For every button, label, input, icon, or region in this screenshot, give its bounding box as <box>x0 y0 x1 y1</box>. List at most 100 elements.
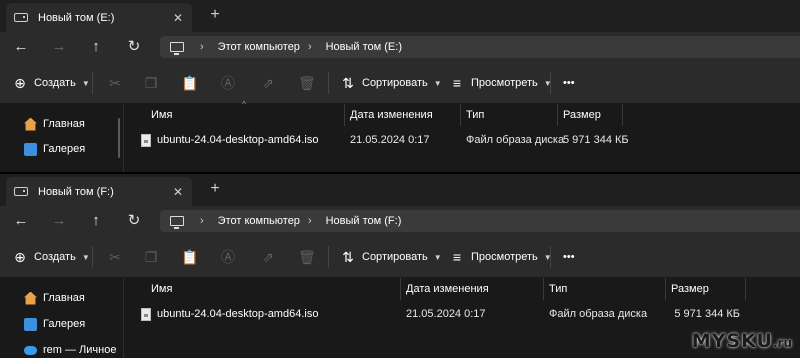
scissors-icon: ✂ <box>109 74 121 91</box>
column-divider[interactable] <box>400 278 401 300</box>
sort-icon: ⇅ <box>342 74 354 91</box>
file-type: Файл образа диска <box>466 134 565 146</box>
navigation-bar: ← → ↑ ↻ › Этот компьютер › Новый том (F:… <box>0 206 800 236</box>
column-header-date[interactable]: Дата изменения <box>406 278 489 300</box>
address-bar[interactable]: › Этот компьютер › Новый том (E:) <box>160 36 800 58</box>
paste-button[interactable]: 📋 <box>181 62 203 104</box>
column-header-size[interactable]: Размер <box>563 104 601 126</box>
breadcrumb-volume[interactable]: Новый том (E:) <box>326 41 402 53</box>
refresh-icon[interactable]: ↻ <box>125 212 143 230</box>
file-type: Файл образа диска <box>549 308 648 320</box>
file-size: 5 971 344 КБ <box>563 134 629 146</box>
sidebar-item-onedrive[interactable]: rem — Личное <box>24 342 116 358</box>
forward-arrow-icon[interactable]: → <box>50 212 68 230</box>
clipboard-icon: 📋 <box>181 74 199 91</box>
trash-icon: 🗑 <box>298 248 316 265</box>
create-button[interactable]: ⊕ Создать ▼ <box>12 236 90 278</box>
chevron-right-icon[interactable]: › <box>308 215 312 227</box>
copy-button[interactable]: ❐ <box>143 62 165 104</box>
column-header-name[interactable]: Имя <box>151 104 172 126</box>
navigation-bar: ← → ↑ ↻ › Этот компьютер › Новый том (E:… <box>0 32 800 62</box>
cut-button[interactable]: ✂ <box>107 62 129 104</box>
column-header-date[interactable]: Дата изменения <box>350 104 433 126</box>
clipboard-icon: 📋 <box>181 248 199 265</box>
chevron-down-icon: ▼ <box>433 78 442 88</box>
content-area: Главная Галерея ^ Имя Дата изменения Тип… <box>0 100 800 172</box>
watermark-suffix: .ru <box>772 336 792 350</box>
toolbar-divider <box>92 72 93 94</box>
plus-circle-icon: ⊕ <box>14 74 26 91</box>
up-arrow-icon[interactable]: ↑ <box>87 212 105 230</box>
back-arrow-icon[interactable]: ← <box>12 212 30 230</box>
trash-icon: 🗑 <box>298 74 316 91</box>
column-divider[interactable] <box>344 104 345 126</box>
more-options-button[interactable]: ••• <box>563 236 575 278</box>
view-icon: ≡ <box>452 249 462 265</box>
site-watermark-logo: MYSKU.ru <box>692 330 792 352</box>
column-header-name[interactable]: Имя <box>151 278 172 300</box>
tab-drive-e[interactable]: Новый том (E:) ✕ <box>6 3 192 32</box>
column-header-type[interactable]: Тип <box>466 104 484 126</box>
breadcrumb-volume[interactable]: Новый том (F:) <box>326 215 402 227</box>
column-divider[interactable] <box>460 104 461 126</box>
column-header-type[interactable]: Тип <box>549 278 567 300</box>
chevron-right-icon[interactable]: › <box>200 41 204 53</box>
delete-button[interactable]: 🗑 <box>298 236 320 278</box>
refresh-icon[interactable]: ↻ <box>125 38 143 56</box>
file-row[interactable]: ubuntu-24.04-desktop-amd64.iso <box>141 306 318 322</box>
create-label: Создать <box>34 77 76 89</box>
create-button[interactable]: ⊕ Создать ▼ <box>12 62 90 104</box>
file-row[interactable]: ubuntu-24.04-desktop-amd64.iso <box>141 132 318 148</box>
chevron-right-icon[interactable]: › <box>200 215 204 227</box>
up-arrow-icon[interactable]: ↑ <box>87 38 105 56</box>
close-tab-icon[interactable]: ✕ <box>168 11 188 25</box>
share-button[interactable]: ⇗ <box>260 62 282 104</box>
sort-button[interactable]: ⇅ Сортировать ▼ <box>340 236 442 278</box>
chevron-right-icon[interactable]: › <box>308 41 312 53</box>
sidebar-item-gallery[interactable]: Галерея <box>24 141 85 157</box>
tab-drive-f[interactable]: Новый том (F:) ✕ <box>6 177 192 206</box>
address-bar[interactable]: › Этот компьютер › Новый том (F:) <box>160 210 800 232</box>
share-icon: ⇗ <box>262 248 274 265</box>
column-divider[interactable] <box>665 278 666 300</box>
column-divider[interactable] <box>622 104 623 126</box>
view-label: Просмотреть <box>471 77 538 89</box>
sidebar-scrollbar[interactable] <box>118 118 120 158</box>
paste-button[interactable]: 📋 <box>181 236 203 278</box>
back-arrow-icon[interactable]: ← <box>12 38 30 56</box>
rename-icon: Ⓐ <box>221 249 235 265</box>
close-tab-icon[interactable]: ✕ <box>168 185 188 199</box>
share-button[interactable]: ⇗ <box>260 236 282 278</box>
rename-button[interactable]: Ⓐ <box>220 236 242 278</box>
sidebar-item-gallery[interactable]: Галерея <box>24 316 85 332</box>
toolbar-divider <box>328 72 329 94</box>
tab-bar: Новый том (E:) ✕ + <box>0 0 800 32</box>
sidebar-item-home[interactable]: Главная <box>24 290 85 306</box>
column-header-size[interactable]: Размер <box>671 278 709 300</box>
rename-button[interactable]: Ⓐ <box>220 62 242 104</box>
file-name: ubuntu-24.04-desktop-amd64.iso <box>157 308 319 320</box>
view-icon: ≡ <box>452 75 462 91</box>
cut-button[interactable]: ✂ <box>107 236 129 278</box>
drive-icon <box>14 13 28 22</box>
content-area: Главная Галерея rem — Личное Имя Дата из… <box>0 278 800 358</box>
breadcrumb-this-pc[interactable]: Этот компьютер <box>218 41 300 53</box>
navigation-pane: Главная Галерея rem — Личное <box>0 278 124 358</box>
delete-button[interactable]: 🗑 <box>298 62 320 104</box>
new-tab-button[interactable]: + <box>206 6 224 24</box>
column-divider[interactable] <box>745 278 746 300</box>
create-label: Создать <box>34 251 76 263</box>
toolbar-divider <box>328 246 329 268</box>
column-divider[interactable] <box>557 104 558 126</box>
more-options-button[interactable]: ••• <box>563 62 575 104</box>
view-button[interactable]: ≡ Просмотреть ▼ <box>449 236 552 278</box>
copy-button[interactable]: ❐ <box>143 236 165 278</box>
forward-arrow-icon[interactable]: → <box>50 38 68 56</box>
sort-button[interactable]: ⇅ Сортировать ▼ <box>340 62 442 104</box>
new-tab-button[interactable]: + <box>206 180 224 198</box>
view-button[interactable]: ≡ Просмотреть ▼ <box>449 62 552 104</box>
sidebar-item-home[interactable]: Главная <box>24 116 85 132</box>
column-divider[interactable] <box>543 278 544 300</box>
chevron-down-icon: ▼ <box>433 252 442 262</box>
breadcrumb-this-pc[interactable]: Этот компьютер <box>218 215 300 227</box>
